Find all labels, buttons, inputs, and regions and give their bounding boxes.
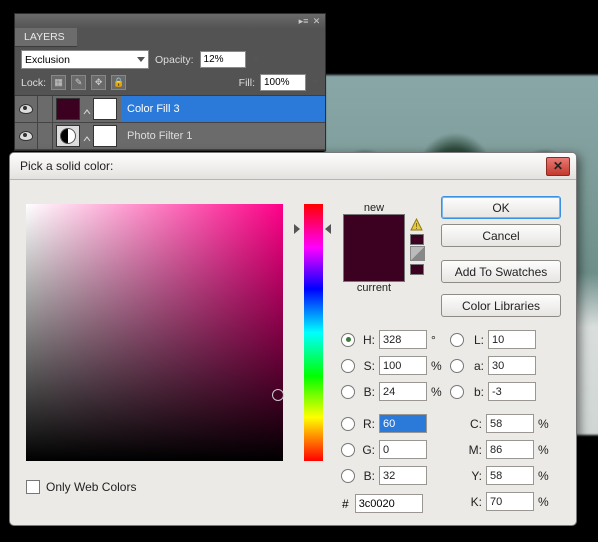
- new-label: new: [343, 202, 405, 214]
- opacity-flyout-icon[interactable]: [252, 57, 260, 62]
- layer-thumbnail[interactable]: [56, 98, 80, 120]
- a-input[interactable]: 30: [488, 356, 536, 375]
- L-input[interactable]: 10: [488, 330, 536, 349]
- only-web-colors-label: Only Web Colors: [46, 480, 136, 494]
- k-label: K:: [466, 495, 482, 509]
- new-color-swatch[interactable]: [344, 215, 404, 248]
- chevron-down-icon: [137, 57, 145, 62]
- websafe-cube-icon[interactable]: [410, 246, 425, 261]
- layer-mask-thumbnail[interactable]: [93, 125, 117, 147]
- close-button[interactable]: ✕: [546, 157, 570, 176]
- new-current-swatch: new current: [343, 202, 405, 294]
- blend-mode-value: Exclusion: [25, 54, 70, 66]
- s-input[interactable]: 100: [379, 356, 427, 375]
- bl-input[interactable]: 32: [379, 466, 427, 485]
- lb-label: b:: [468, 385, 484, 399]
- current-label: current: [343, 282, 405, 294]
- k-input[interactable]: 70: [486, 492, 534, 511]
- hex-input[interactable]: 3c0020: [355, 494, 423, 513]
- panel-close-icon[interactable]: ✕: [312, 17, 321, 26]
- gamut-warning-icon[interactable]: !: [410, 218, 423, 231]
- color-field[interactable]: [26, 204, 283, 461]
- s-radio[interactable]: [341, 359, 355, 373]
- lb-radio[interactable]: [450, 385, 464, 399]
- h-radio[interactable]: [341, 333, 355, 347]
- fill-flyout-icon[interactable]: [311, 80, 319, 85]
- lock-position-icon[interactable]: ✥: [91, 75, 106, 90]
- only-web-colors-checkbox[interactable]: [26, 480, 40, 494]
- h-label: H:: [359, 333, 375, 347]
- opacity-input[interactable]: 12%: [200, 51, 246, 68]
- c-input[interactable]: 58: [486, 414, 534, 433]
- lb-input[interactable]: -3: [488, 382, 536, 401]
- eye-icon[interactable]: [19, 131, 33, 141]
- lock-all-icon[interactable]: 🔒: [111, 75, 126, 90]
- layers-panel: ▸≡ ✕ LAYERS Exclusion Opacity: 12% Lock:…: [14, 13, 326, 151]
- ok-button[interactable]: OK: [441, 196, 561, 219]
- link-chain-icon: [83, 126, 93, 146]
- lock-transparency-icon[interactable]: ▦: [51, 75, 66, 90]
- adjustment-layer-icon[interactable]: [56, 125, 80, 147]
- gamut-swatch[interactable]: [410, 234, 424, 245]
- hue-pointer-right[interactable]: [325, 224, 331, 234]
- current-color-swatch[interactable]: [344, 248, 404, 281]
- link-cell[interactable]: [38, 123, 53, 149]
- dialog-title: Pick a solid color:: [20, 159, 113, 173]
- c-label: C:: [466, 417, 482, 431]
- dialog-titlebar[interactable]: Pick a solid color: ✕: [10, 153, 576, 180]
- g-label: G:: [359, 443, 375, 457]
- lock-label: Lock:: [21, 77, 46, 89]
- h-input[interactable]: 328: [379, 330, 427, 349]
- fill-input[interactable]: 100%: [260, 74, 306, 91]
- layers-tab[interactable]: LAYERS: [15, 28, 77, 47]
- s-label: S:: [359, 359, 375, 373]
- lock-pixels-icon[interactable]: ✎: [71, 75, 86, 90]
- L-label: L:: [468, 333, 484, 347]
- a-radio[interactable]: [450, 359, 464, 373]
- b-radio[interactable]: [341, 385, 355, 399]
- panel-menu-icon[interactable]: ▸≡: [299, 17, 308, 26]
- cancel-button[interactable]: Cancel: [441, 224, 561, 247]
- layer-mask-thumbnail[interactable]: [93, 98, 117, 120]
- color-picker-dialog: Pick a solid color: ✕ new current ! OK C…: [9, 152, 577, 526]
- g-input[interactable]: 0: [379, 440, 427, 459]
- y-label: Y:: [466, 469, 482, 483]
- bl-label: B:: [359, 469, 375, 483]
- layer-name[interactable]: Photo Filter 1: [121, 123, 325, 149]
- add-to-swatches-button[interactable]: Add To Swatches: [441, 260, 561, 283]
- blend-mode-select[interactable]: Exclusion: [21, 50, 149, 69]
- layer-row[interactable]: Color Fill 3: [15, 96, 325, 123]
- link-chain-icon: [83, 99, 93, 119]
- m-label: M:: [466, 443, 482, 457]
- r-input[interactable]: 60: [379, 414, 427, 433]
- fill-label: Fill:: [239, 77, 255, 89]
- m-input[interactable]: 86: [486, 440, 534, 459]
- eye-icon[interactable]: [19, 104, 33, 114]
- r-label: R:: [359, 417, 375, 431]
- y-input[interactable]: 58: [486, 466, 534, 485]
- L-radio[interactable]: [450, 333, 464, 347]
- hue-slider[interactable]: [304, 204, 323, 461]
- a-label: a:: [468, 359, 484, 373]
- bl-radio[interactable]: [341, 469, 355, 483]
- color-libraries-button[interactable]: Color Libraries: [441, 294, 561, 317]
- opacity-label: Opacity:: [155, 54, 194, 66]
- layer-row[interactable]: Photo Filter 1: [15, 123, 325, 150]
- r-radio[interactable]: [341, 417, 355, 431]
- panel-header-bar[interactable]: ▸≡ ✕: [15, 14, 325, 28]
- layer-name[interactable]: Color Fill 3: [121, 96, 325, 122]
- color-field-cursor[interactable]: [272, 389, 284, 401]
- b-label: B:: [359, 385, 375, 399]
- svg-text:!: !: [415, 222, 417, 231]
- g-radio[interactable]: [341, 443, 355, 457]
- hue-pointer-left[interactable]: [294, 224, 300, 234]
- b-input[interactable]: 24: [379, 382, 427, 401]
- link-cell[interactable]: [38, 96, 53, 122]
- hex-hash-label: #: [342, 497, 349, 511]
- websafe-swatch[interactable]: [410, 264, 424, 275]
